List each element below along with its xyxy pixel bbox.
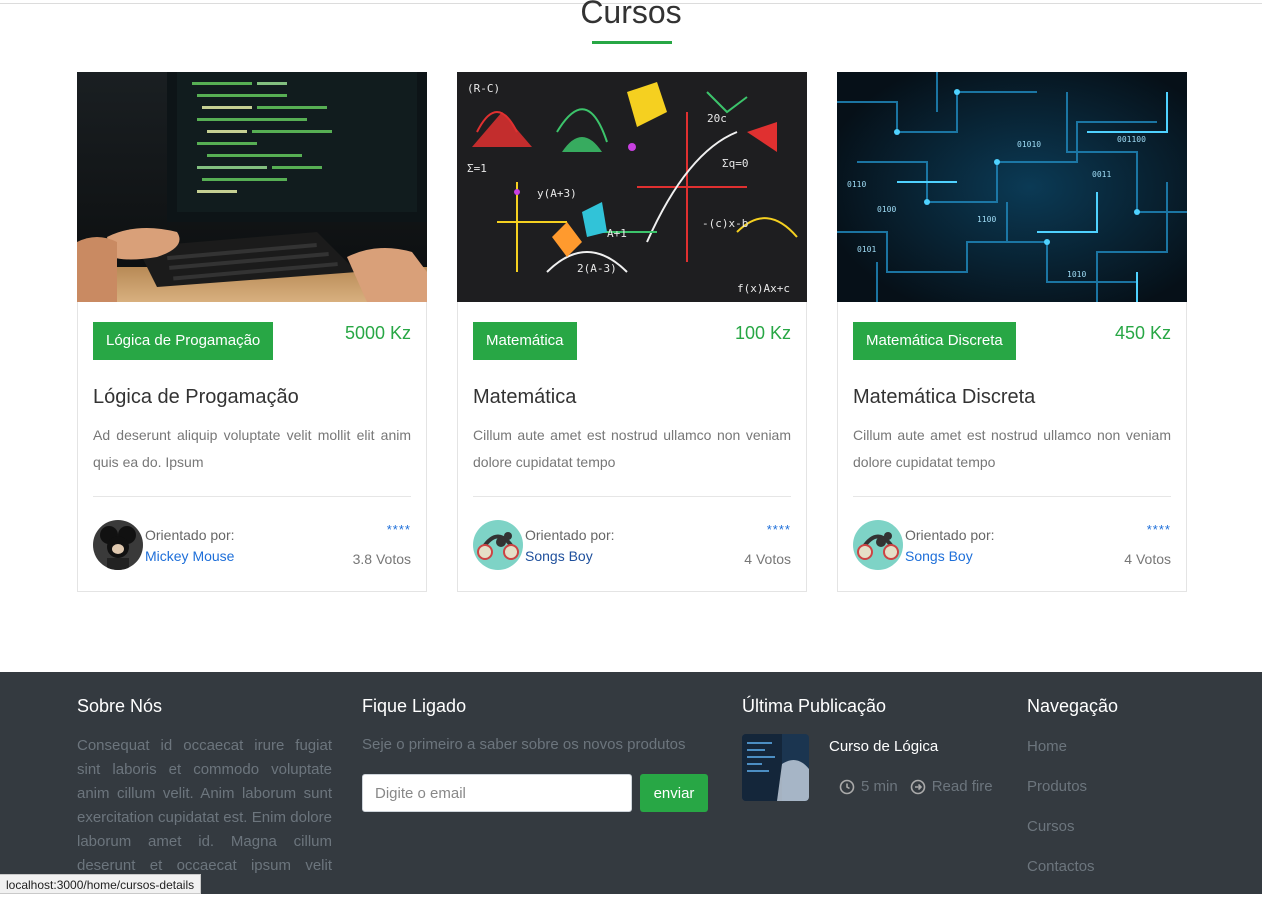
svg-text:-(c)x-b: -(c)x-b — [702, 217, 748, 230]
card-divider — [853, 496, 1171, 497]
avatar — [853, 520, 903, 570]
course-price: 450 Kz — [1114, 323, 1171, 343]
course-description: Cillum aute amet est nostrud ullamco non… — [473, 427, 791, 470]
browser-status-url: localhost:3000/home/cursos-details — [0, 874, 202, 894]
svg-text:01010: 01010 — [1017, 140, 1041, 149]
email-input[interactable] — [362, 774, 632, 812]
svg-text:y(A+3): y(A+3) — [537, 187, 577, 200]
votes-count: 3.8 Votos — [352, 551, 411, 567]
svg-text:20c: 20c — [707, 112, 727, 125]
svg-text:0101: 0101 — [857, 245, 876, 254]
rating-stars: **** — [1146, 522, 1171, 537]
card-divider — [473, 496, 791, 497]
course-image-programming[interactable] — [77, 72, 427, 302]
footer-nav-produtos[interactable]: Produtos — [1027, 778, 1087, 795]
clock-icon — [839, 779, 855, 794]
author-link[interactable]: Songs Boy — [525, 548, 593, 564]
footer-nav-home[interactable]: Home — [1027, 738, 1067, 755]
latest-post-meta: 5 min Read fire — [839, 778, 993, 795]
latest-post-thumbnail[interactable] — [742, 734, 809, 801]
author-link[interactable]: Songs Boy — [905, 548, 973, 564]
svg-text:2(A-3): 2(A-3) — [577, 262, 617, 275]
svg-text:Σ=1: Σ=1 — [467, 162, 487, 175]
avatar — [93, 520, 143, 570]
svg-text:0011: 0011 — [1092, 170, 1111, 179]
course-price: 100 Kz — [734, 323, 791, 343]
avatar — [473, 520, 523, 570]
author-label: Orientado por: — [525, 527, 615, 543]
course-card[interactable]: 0110 01010 0011 1100 0100 001100 0101 1010 M… — [837, 72, 1187, 592]
svg-text:f(x)Ax+c: f(x)Ax+c — [737, 282, 790, 295]
svg-text:Σq=0: Σq=0 — [722, 157, 749, 170]
author-link[interactable]: Mickey Mouse — [145, 548, 234, 564]
rating-stars: **** — [386, 522, 411, 537]
section-title: Cursos — [580, 0, 682, 30]
course-title[interactable]: Matemática — [473, 386, 576, 409]
subscribe-button[interactable]: enviar — [640, 774, 708, 812]
read-time: 5 min — [861, 778, 898, 795]
votes-count: 4 Votos — [1124, 551, 1171, 567]
footer-nav-cursos[interactable]: Cursos — [1027, 818, 1075, 835]
svg-text:1010: 1010 — [1067, 270, 1086, 279]
votes-count: 4 Votos — [744, 551, 791, 567]
svg-text:0100: 0100 — [877, 205, 896, 214]
svg-text:001100: 001100 — [1117, 135, 1146, 144]
newsletter-heading: Fique Ligado — [362, 696, 467, 716]
course-title[interactable]: Lógica de Progamação — [93, 386, 299, 409]
footer-nav-contactos[interactable]: Contactos — [1027, 858, 1095, 875]
course-card[interactable]: Lógica de Progamação 5000 Kz Lógica de P… — [77, 72, 427, 592]
course-title[interactable]: Matemática Discreta — [853, 386, 1035, 409]
course-category-badge[interactable]: Matemática — [473, 322, 577, 360]
arrow-circle-icon — [910, 779, 925, 794]
about-heading: Sobre Nós — [77, 696, 163, 716]
latest-post-heading: Última Publicação — [742, 696, 887, 716]
card-divider — [93, 496, 411, 497]
newsletter-subtitle: Seje o primeiro a saber sobre os novos p… — [362, 736, 686, 753]
svg-text:A+1: A+1 — [607, 227, 627, 240]
author-label: Orientado por: — [145, 527, 235, 543]
svg-text:1100: 1100 — [977, 215, 996, 224]
course-image-circuit[interactable]: 0110 01010 0011 1100 0100 001100 0101 1010 — [837, 72, 1187, 302]
title-underline — [592, 41, 672, 44]
rating-stars: **** — [766, 522, 791, 537]
svg-text:(R-C): (R-C) — [467, 82, 500, 95]
course-price: 5000 Kz — [344, 323, 411, 343]
author-label: Orientado por: — [905, 527, 995, 543]
course-image-math[interactable]: (R-C) 20c Σq=0 Σ=1 y(A+3) -(c)x-b A+1 f(… — [457, 72, 807, 302]
course-description: Ad deserunt aliquip voluptate velit moll… — [93, 427, 411, 470]
course-description: Cillum aute amet est nostrud ullamco non… — [853, 427, 1171, 470]
read-more-link[interactable]: Read fire — [932, 778, 993, 795]
navigation-heading: Navegação — [1027, 696, 1119, 716]
svg-text:0110: 0110 — [847, 180, 866, 189]
course-category-badge[interactable]: Matemática Discreta — [853, 322, 1016, 360]
course-category-badge[interactable]: Lógica de Progamação — [93, 322, 274, 360]
course-card[interactable]: (R-C) 20c Σq=0 Σ=1 y(A+3) -(c)x-b A+1 f(… — [457, 72, 807, 592]
latest-post-title[interactable]: Curso de Lógica — [829, 738, 938, 755]
site-footer: Sobre Nós Consequat id occaecat irure fu… — [0, 672, 1262, 898]
